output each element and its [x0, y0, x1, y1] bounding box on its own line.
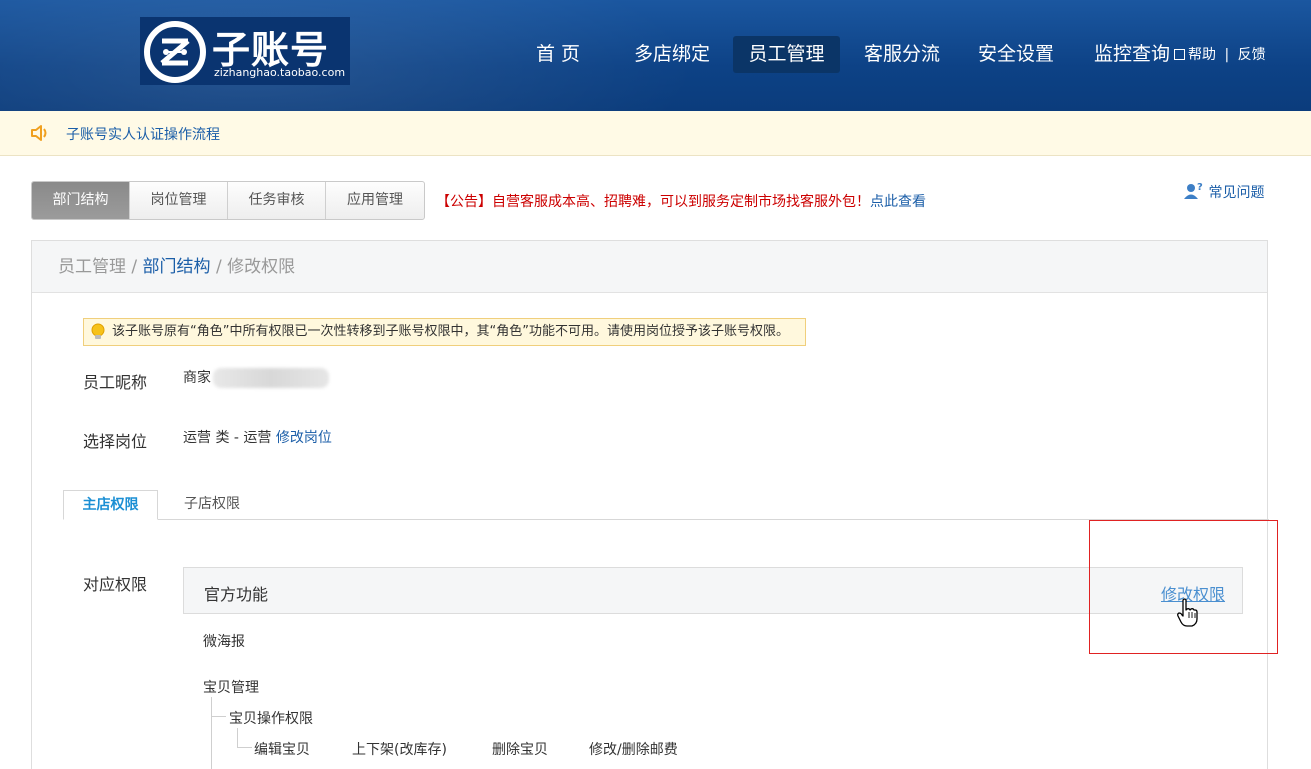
help-link[interactable]: 帮助 [1188, 47, 1216, 63]
official-features-header: 官方功能 修改权限 [183, 567, 1243, 614]
store-permission-tabs: 主店权限 子店权限 [63, 490, 1269, 520]
position-label: 选择岗位 [83, 432, 148, 451]
breadcrumb: 员工管理 / 部门结构 / 修改权限 [32, 241, 1267, 293]
official-features-title: 官方功能 [204, 585, 269, 604]
top-header: 子账号 zizhanghao.taobao.com 首 页 多店绑定 员工管理 … [0, 0, 1311, 111]
external-link-icon [1174, 49, 1185, 60]
speaker-icon [30, 123, 52, 147]
perm-micro-poster: 微海报 [203, 634, 245, 650]
faq-user-icon: ? [1184, 182, 1203, 199]
tab-app-management[interactable]: 应用管理 [326, 182, 424, 219]
help-separator: | [1224, 47, 1230, 63]
highlight-box [1089, 520, 1278, 654]
breadcrumb-sep: / [126, 257, 143, 277]
breadcrumb-department[interactable]: 部门结构 [143, 257, 211, 277]
faq-link[interactable]: ? 常见问题 [1184, 182, 1264, 202]
help-links: 帮助 | 反馈 [1174, 44, 1266, 64]
position-value: 运营 类 - 运营 修改岗位 [183, 427, 332, 447]
logo[interactable]: 子账号 zizhanghao.taobao.com [140, 17, 350, 85]
tab-sub-store[interactable]: 子店权限 [167, 490, 257, 520]
nav-home[interactable]: 首 页 [521, 36, 595, 73]
feedback-link[interactable]: 反馈 [1238, 47, 1266, 63]
notice-bar: 子账号实人认证操作流程 [0, 111, 1311, 156]
perm-edit-item: 编辑宝贝 [254, 742, 310, 758]
tree-connector [211, 697, 212, 769]
lightbulb-icon [90, 323, 106, 351]
nav-multi-store[interactable]: 多店绑定 [626, 36, 718, 73]
perm-edit-postage: 修改/删除邮费 [589, 742, 678, 758]
permission-label: 对应权限 [83, 575, 148, 594]
logo-url: zizhanghao.taobao.com [214, 66, 346, 79]
nickname-value: 商家 [183, 367, 329, 388]
tab-main-store[interactable]: 主店权限 [63, 490, 158, 520]
breadcrumb-current: 修改权限 [227, 257, 296, 277]
bulletin: 【公告】自营客服成本高、招聘难，可以到服务定制市场找客服外包！点此查看 [436, 191, 926, 211]
tab-position-management[interactable]: 岗位管理 [130, 182, 228, 219]
nav-staff-management[interactable]: 员工管理 [733, 36, 840, 73]
edit-position-link[interactable]: 修改岗位 [276, 430, 332, 446]
nav-security-settings[interactable]: 安全设置 [970, 36, 1062, 73]
tree-connector [211, 716, 226, 717]
nav-service-routing[interactable]: 客服分流 [856, 36, 948, 73]
content-panel: 员工管理 / 部门结构 / 修改权限 该子账号原有“角色”中所有权限已一次性转移… [31, 240, 1269, 769]
faq-label: 常见问题 [1208, 185, 1265, 201]
logo-mark-icon [144, 21, 206, 83]
perm-item-management: 宝贝管理 [203, 680, 259, 696]
position-text: 运营 类 - 运营 [183, 430, 272, 446]
redacted-blur [213, 368, 329, 388]
svg-text:?: ? [1197, 182, 1203, 193]
perm-item-operation: 宝贝操作权限 [229, 711, 313, 727]
realname-auth-link[interactable]: 子账号实人认证操作流程 [66, 124, 220, 144]
role-migration-tip: 该子账号原有“角色”中所有权限已一次性转移到子账号权限中，其“角色”功能不可用。… [83, 318, 806, 346]
section-tabs: 部门结构 岗位管理 任务审核 应用管理 [31, 181, 425, 220]
breadcrumb-staff[interactable]: 员工管理 [58, 257, 126, 277]
hand-cursor-icon [1176, 598, 1200, 632]
tree-connector [237, 747, 252, 748]
nav-monitor-query[interactable]: 监控查询 [1086, 36, 1178, 73]
tip-text: 该子账号原有“角色”中所有权限已一次性转移到子账号权限中，其“角色”功能不可用。… [112, 324, 789, 339]
tab-task-review[interactable]: 任务审核 [228, 182, 326, 219]
nickname-label: 员工昵称 [83, 373, 148, 392]
bulletin-link[interactable]: 点此查看 [870, 194, 926, 210]
tab-department-structure[interactable]: 部门结构 [32, 182, 130, 219]
bulletin-text: 【公告】自营客服成本高、招聘难，可以到服务定制市场找客服外包！ [436, 194, 870, 210]
tree-connector [237, 728, 238, 747]
perm-list-delist: 上下架(改库存) [352, 742, 447, 758]
nickname-text: 商家 [183, 370, 211, 386]
perm-delete-item: 删除宝贝 [492, 742, 548, 758]
breadcrumb-sep: / [210, 257, 228, 277]
